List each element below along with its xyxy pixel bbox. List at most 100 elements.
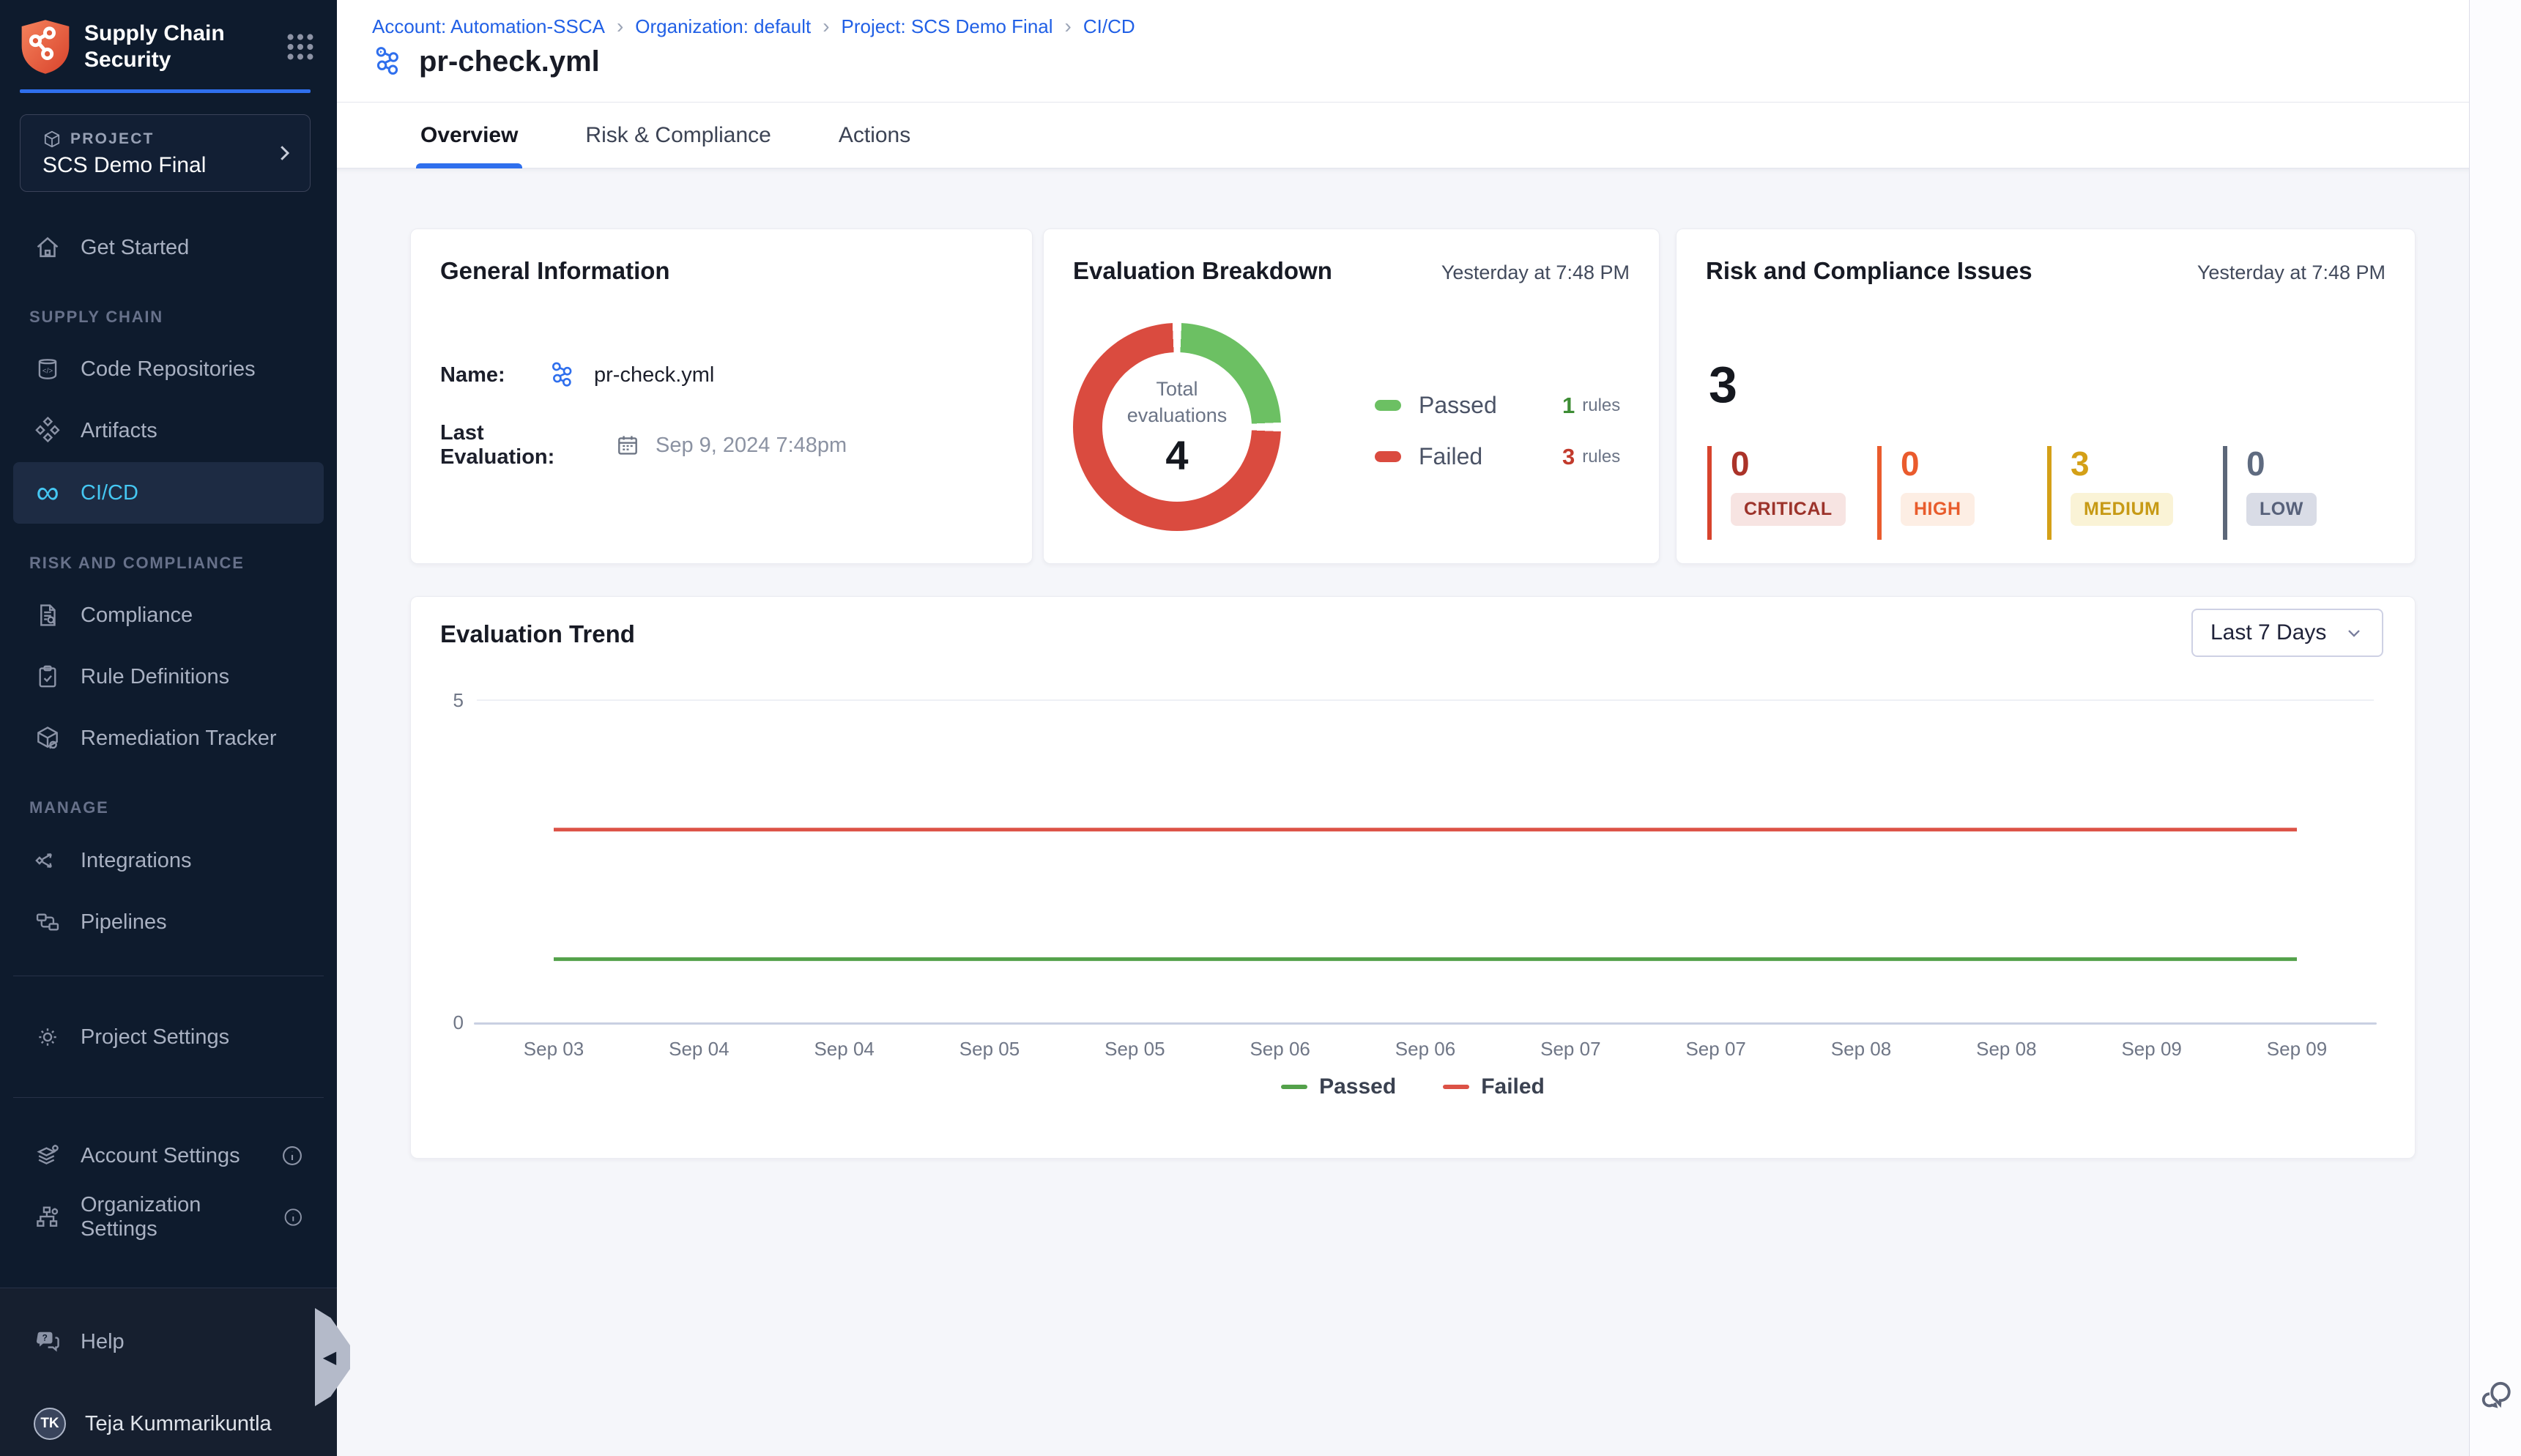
x-axis-label: Sep 06	[1250, 1038, 1310, 1061]
breadcrumb-separator: ›	[823, 15, 829, 38]
infinity-icon: ∞	[34, 479, 62, 507]
x-axis-label: Sep 05	[1104, 1038, 1165, 1061]
card-title: Evaluation Trend	[440, 620, 635, 648]
share-nodes-icon	[34, 847, 62, 874]
tab-bar: Overview Risk & Compliance Actions	[337, 103, 2469, 168]
risk-compliance-card: Risk and Compliance Issues Yesterday at …	[1676, 229, 2416, 564]
sidebar-user[interactable]: TK Teja Kummarikuntla	[13, 1393, 324, 1455]
sidebar-item-integrations[interactable]: Integrations	[13, 830, 324, 891]
info-circle-icon[interactable]	[282, 1205, 305, 1230]
severity-critical: 0 CRITICAL	[1707, 446, 1877, 540]
collapse-arrow-icon: ◀	[323, 1347, 336, 1368]
legend-row-passed: Passed 1 rules	[1375, 392, 1620, 419]
sidebar-item-label: Project Settings	[81, 1025, 229, 1050]
trend-legend: Passed Failed	[411, 1074, 2415, 1099]
sidebar-item-help[interactable]: ? Help	[13, 1311, 324, 1373]
tab-risk-compliance[interactable]: Risk & Compliance	[585, 103, 771, 168]
x-axis-label: Sep 07	[1540, 1038, 1600, 1061]
card-title: Risk and Compliance Issues	[1706, 257, 2032, 285]
chat-bubbles-icon[interactable]	[2476, 1375, 2516, 1415]
sidebar-item-label: Account Settings	[81, 1144, 240, 1168]
sidebar-item-label: CI/CD	[81, 481, 138, 505]
x-axis-label: Sep 09	[2267, 1038, 2327, 1061]
breadcrumb-separator: ›	[617, 15, 623, 38]
name-value: pr-check.yml	[594, 363, 714, 387]
clipboard-check-icon	[34, 663, 62, 691]
project-selector[interactable]: PROJECT SCS Demo Final	[20, 114, 311, 192]
repository-icon: </>	[34, 355, 62, 383]
sidebar-item-artifacts[interactable]: Artifacts	[13, 400, 324, 461]
x-axis-label: Sep 05	[959, 1038, 1020, 1061]
severity-medium: 3 MEDIUM	[2047, 446, 2223, 540]
breadcrumb-account[interactable]: Account: Automation-SSCA	[372, 15, 605, 38]
medium-badge: MEDIUM	[2071, 493, 2173, 526]
evaluation-trend-card: Evaluation Trend Last 7 Days 5 0 Sep 03S…	[410, 596, 2416, 1159]
document-search-icon	[34, 601, 62, 629]
sidebar-item-compliance[interactable]: Compliance	[13, 584, 324, 646]
passed-count: 1	[1562, 393, 1575, 419]
legend-row-failed: Failed 3 rules	[1375, 443, 1620, 470]
sidebar-item-organization-settings[interactable]: Organization Settings	[13, 1186, 324, 1248]
sidebar-item-label: Organization Settings	[81, 1193, 263, 1241]
x-axis-label: Sep 04	[669, 1038, 729, 1061]
failed-unit: rules	[1582, 447, 1620, 467]
sidebar-item-cicd[interactable]: ∞ CI/CD	[13, 462, 324, 524]
x-axis-label: Sep 04	[814, 1038, 874, 1061]
y-axis-tick-min: 0	[423, 1011, 464, 1034]
sidebar-item-label: Integrations	[81, 849, 192, 873]
legend-passed[interactable]: Passed	[1281, 1074, 1396, 1099]
severity-bar	[1877, 446, 1882, 540]
cube-icon	[42, 130, 62, 149]
sidebar-item-project-settings[interactable]: Project Settings	[13, 1006, 324, 1068]
app-root: Supply Chain Security PROJECT SCS Demo F…	[0, 0, 2521, 1456]
sidebar-item-rule-definitions[interactable]: Rule Definitions	[13, 646, 324, 707]
high-badge: HIGH	[1901, 493, 1975, 526]
donut-center-line2: evaluations	[1127, 402, 1228, 428]
gear-icon	[34, 1023, 62, 1051]
time-range-select[interactable]: Last 7 Days	[2191, 609, 2383, 657]
sidebar-item-label: Remediation Tracker	[81, 727, 277, 751]
failed-label: Failed	[1419, 443, 1562, 470]
severity-row: 0 CRITICAL 0 HIGH 3 MEDIUM	[1707, 446, 2317, 540]
breadcrumb-project[interactable]: Project: SCS Demo Final	[842, 15, 1053, 38]
x-axis-label: Sep 03	[524, 1038, 584, 1061]
chevron-right-icon	[273, 140, 295, 166]
sidebar-item-account-settings[interactable]: Account Settings	[13, 1125, 324, 1186]
sidebar-item-remediation-tracker[interactable]: Remediation Tracker	[13, 707, 324, 769]
critical-count: 0	[1731, 446, 1846, 481]
svg-text:</>: </>	[42, 368, 53, 376]
x-axis-label: Sep 07	[1685, 1038, 1745, 1061]
critical-badge: CRITICAL	[1731, 493, 1846, 526]
sidebar: Supply Chain Security PROJECT SCS Demo F…	[0, 0, 337, 1456]
sidebar-item-code-repositories[interactable]: </> Code Repositories	[13, 338, 324, 400]
legend-failed-label: Failed	[1481, 1074, 1545, 1099]
sidebar-item-get-started[interactable]: Get Started	[13, 217, 324, 278]
calendar-icon	[615, 432, 641, 458]
info-circle-icon[interactable]	[280, 1143, 305, 1168]
breadcrumb-organization[interactable]: Organization: default	[635, 15, 811, 38]
severity-bar	[2047, 446, 2052, 540]
passed-swatch	[1375, 400, 1401, 411]
chevron-down-icon	[2344, 623, 2364, 643]
apps-grid-icon[interactable]	[283, 30, 317, 64]
x-axis-label: Sep 09	[2121, 1038, 2181, 1061]
pipeline-icon	[549, 360, 579, 390]
legend-failed[interactable]: Failed	[1443, 1074, 1545, 1099]
sidebar-section-risk: RISK AND COMPLIANCE	[29, 554, 245, 573]
trend-line-chart	[477, 700, 2374, 1024]
sidebar-item-pipelines[interactable]: Pipelines	[13, 891, 324, 953]
sidebar-item-label: Rule Definitions	[81, 665, 229, 689]
x-axis-label: Sep 06	[1395, 1038, 1455, 1061]
card-title: Evaluation Breakdown	[1073, 257, 1332, 285]
failed-line-swatch	[1443, 1085, 1469, 1089]
last-evaluation-value: Sep 9, 2024 7:48pm	[656, 434, 847, 458]
total-issues-value: 3	[1709, 355, 1737, 414]
last-evaluation-label: Last Evaluation:	[440, 421, 600, 469]
donut-total-value: 4	[1165, 431, 1188, 479]
breadcrumb-cicd[interactable]: CI/CD	[1083, 15, 1135, 38]
tab-actions[interactable]: Actions	[839, 103, 910, 168]
product-logo-row: Supply Chain Security	[20, 15, 317, 79]
sidebar-item-label: Help	[81, 1330, 125, 1354]
tab-overview[interactable]: Overview	[420, 103, 518, 168]
low-count: 0	[2246, 446, 2317, 481]
